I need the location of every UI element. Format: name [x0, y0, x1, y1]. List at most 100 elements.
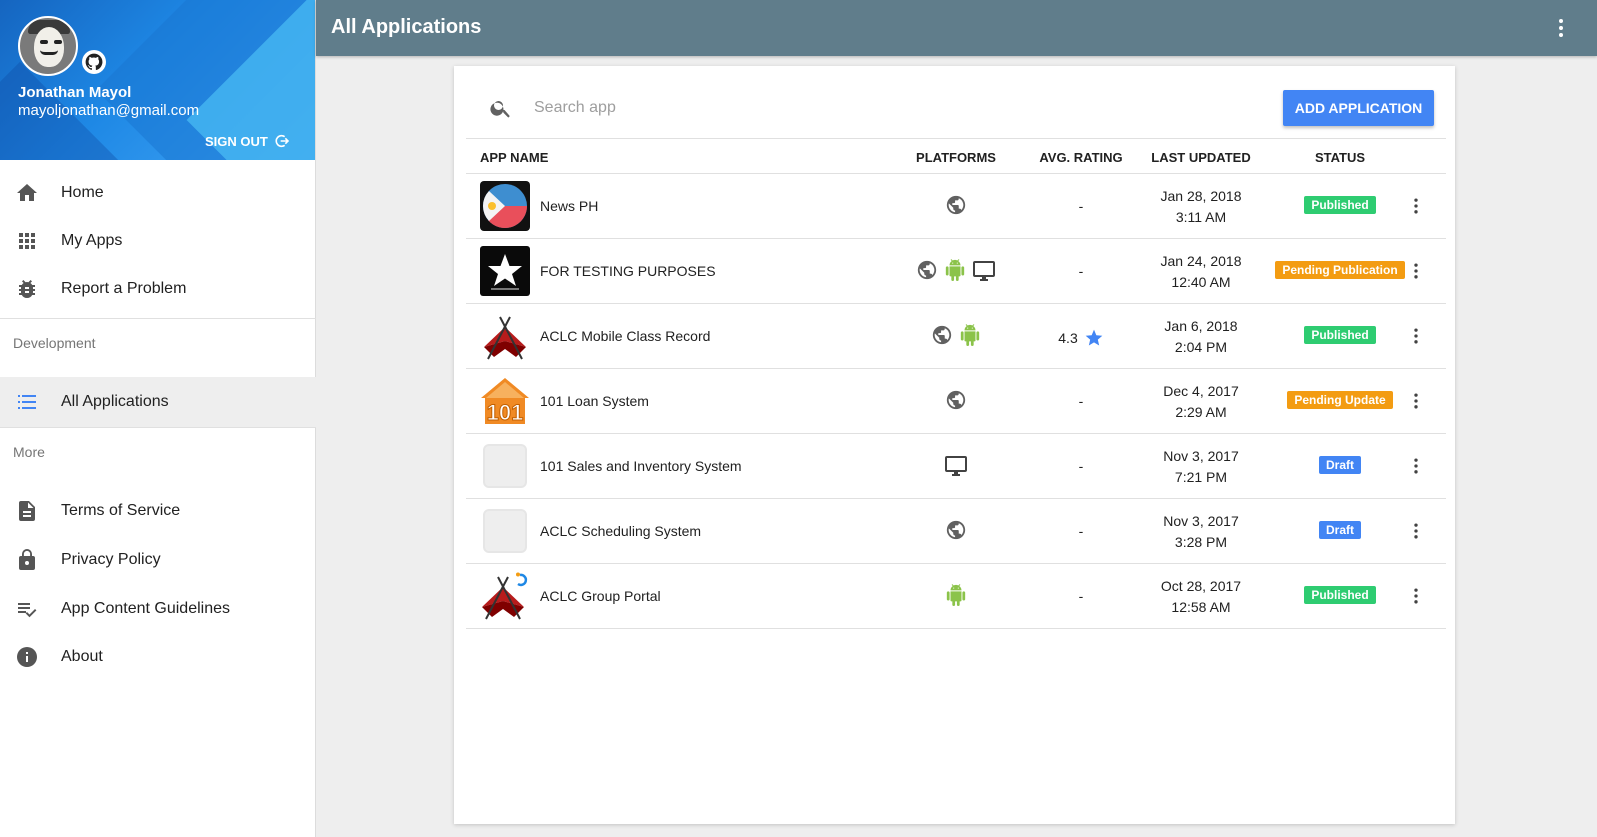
info-icon [15, 645, 39, 669]
row-more-vert-icon[interactable] [1404, 324, 1428, 348]
nav-privacy-policy[interactable]: Privacy Policy [0, 536, 316, 584]
platforms [901, 194, 1011, 221]
star-icon [1085, 329, 1103, 346]
header-last-updated: LAST UPDATED [1151, 150, 1251, 165]
nav-label: My Apps [61, 232, 123, 249]
row-more-vert-icon[interactable] [1404, 259, 1428, 283]
aclc-logo [480, 311, 530, 361]
desktop-icon [972, 259, 996, 288]
sidebar: Jonathan Mayol mayoljonathan@gmail.com S… [0, 0, 316, 837]
platforms [901, 324, 1011, 351]
platforms [901, 454, 1011, 483]
status-badge: Draft [1318, 456, 1361, 474]
search-icon [489, 96, 513, 120]
avg-rating: - [1078, 588, 1084, 604]
android-icon [959, 324, 981, 351]
search-input[interactable] [534, 94, 1134, 122]
app-name[interactable]: ACLC Group Portal [540, 588, 661, 604]
app-name[interactable]: FOR TESTING PURPOSES [540, 263, 716, 279]
web-icon [945, 519, 967, 546]
status-badge: Pending Publication [1275, 261, 1405, 279]
profile-email: mayoljonathan@gmail.com [18, 102, 200, 119]
nav-app-content-guidelines[interactable]: App Content Guidelines [0, 585, 316, 633]
applications-table: APP NAME PLATFORMS AVG. RATING LAST UPDA… [466, 138, 1446, 629]
home-icon [15, 181, 39, 205]
web-icon [945, 389, 967, 416]
list-icon [15, 390, 39, 414]
table-row[interactable]: ACLC Mobile Class Record 4.3 Jan 6, 2018… [466, 304, 1446, 369]
nav-report-problem[interactable]: Report a Problem [0, 265, 316, 313]
table-header: APP NAME PLATFORMS AVG. RATING LAST UPDA… [466, 138, 1446, 174]
table-row[interactable]: News PH - Jan 28, 2018 3:11 AM Published [466, 174, 1446, 239]
applications-card: ADD APPLICATION APP NAME PLATFORMS AVG. … [454, 66, 1455, 824]
row-more-vert-icon[interactable] [1404, 194, 1428, 218]
section-header-more: More [13, 444, 45, 460]
table-row[interactable]: FOR TESTING PURPOSES - Jan 24, 2018 12:40… [466, 239, 1446, 304]
header-platforms: PLATFORMS [916, 150, 996, 165]
last-updated: Jan 28, 2018 3:11 AM [1160, 188, 1242, 225]
status-badge: Published [1304, 196, 1376, 214]
converse-logo [480, 246, 530, 296]
svg-text:101: 101 [487, 400, 524, 425]
sign-out-icon [275, 134, 289, 148]
lock-icon [15, 548, 39, 572]
placeholder-logo [480, 441, 530, 491]
nav-label: About [61, 648, 103, 665]
last-updated: Nov 3, 2017 7:21 PM [1163, 448, 1239, 485]
header-status: STATUS [1314, 150, 1366, 165]
nav-label: Home [61, 184, 104, 201]
header-avg-rating: AVG. RATING [1039, 150, 1123, 165]
platforms [901, 584, 1011, 611]
platforms [901, 259, 1011, 288]
last-updated: Nov 3, 2017 3:28 PM [1163, 513, 1239, 550]
android-icon [944, 259, 966, 288]
nav-all-applications[interactable]: All Applications [0, 377, 316, 427]
row-more-vert-icon[interactable] [1404, 584, 1428, 608]
placeholder-logo [480, 506, 530, 556]
android-icon [945, 584, 967, 611]
table-row[interactable]: ACLC Group Portal - Oct 28, 2017 12:58 AM… [466, 564, 1446, 629]
avg-rating: - [1078, 393, 1084, 409]
nav-terms-of-service[interactable]: Terms of Service [0, 487, 316, 535]
app-name[interactable]: ACLC Scheduling System [540, 523, 701, 539]
status-badge: Draft [1318, 521, 1361, 539]
playlist-check-icon [15, 597, 39, 621]
status-badge: Pending Update [1287, 391, 1393, 409]
bug-icon [15, 277, 39, 301]
platforms [901, 519, 1011, 546]
more-vert-icon[interactable] [1549, 16, 1573, 40]
app-name[interactable]: 101 Loan System [540, 393, 649, 409]
avatar[interactable] [18, 16, 78, 76]
last-updated: Dec 4, 2017 2:29 AM [1163, 383, 1239, 420]
nav-my-apps[interactable]: My Apps [0, 217, 316, 265]
apps-grid-icon [15, 229, 39, 253]
nav-home[interactable]: Home [0, 169, 316, 217]
table-row[interactable]: ACLC Scheduling System - Nov 3, 2017 3:28… [466, 499, 1446, 564]
row-more-vert-icon[interactable] [1404, 454, 1428, 478]
app-name[interactable]: News PH [540, 198, 598, 214]
profile-name: Jonathan Mayol [18, 84, 132, 101]
sign-out-button[interactable]: SIGN OUT [205, 133, 290, 149]
avg-rating: - [1078, 458, 1084, 474]
last-updated: Jan 24, 2018 12:40 AM [1160, 253, 1242, 290]
app-name[interactable]: ACLC Mobile Class Record [540, 328, 710, 344]
web-icon [916, 259, 938, 288]
desktop-icon [944, 454, 968, 483]
header-app-name: APP NAME [480, 150, 549, 165]
row-more-vert-icon[interactable] [1404, 519, 1428, 543]
nav-label: Privacy Policy [61, 551, 161, 568]
app-name[interactable]: 101 Sales and Inventory System [540, 458, 742, 474]
sign-out-label: SIGN OUT [205, 133, 268, 149]
nav-about[interactable]: About [0, 633, 316, 681]
platforms [901, 389, 1011, 416]
aclc-group-logo [480, 571, 530, 621]
table-row[interactable]: 101 101 Loan System - Dec 4, 2017 2:29 AM… [466, 369, 1446, 434]
status-badge: Published [1304, 326, 1376, 344]
web-icon [945, 194, 967, 221]
github-icon [82, 50, 106, 74]
add-application-button[interactable]: ADD APPLICATION [1283, 90, 1434, 126]
nav-label: Report a Problem [61, 280, 187, 297]
row-more-vert-icon[interactable] [1404, 389, 1428, 413]
table-row[interactable]: 101 Sales and Inventory System - Nov 3, … [466, 434, 1446, 499]
last-updated: Oct 28, 2017 12:58 AM [1160, 578, 1242, 615]
